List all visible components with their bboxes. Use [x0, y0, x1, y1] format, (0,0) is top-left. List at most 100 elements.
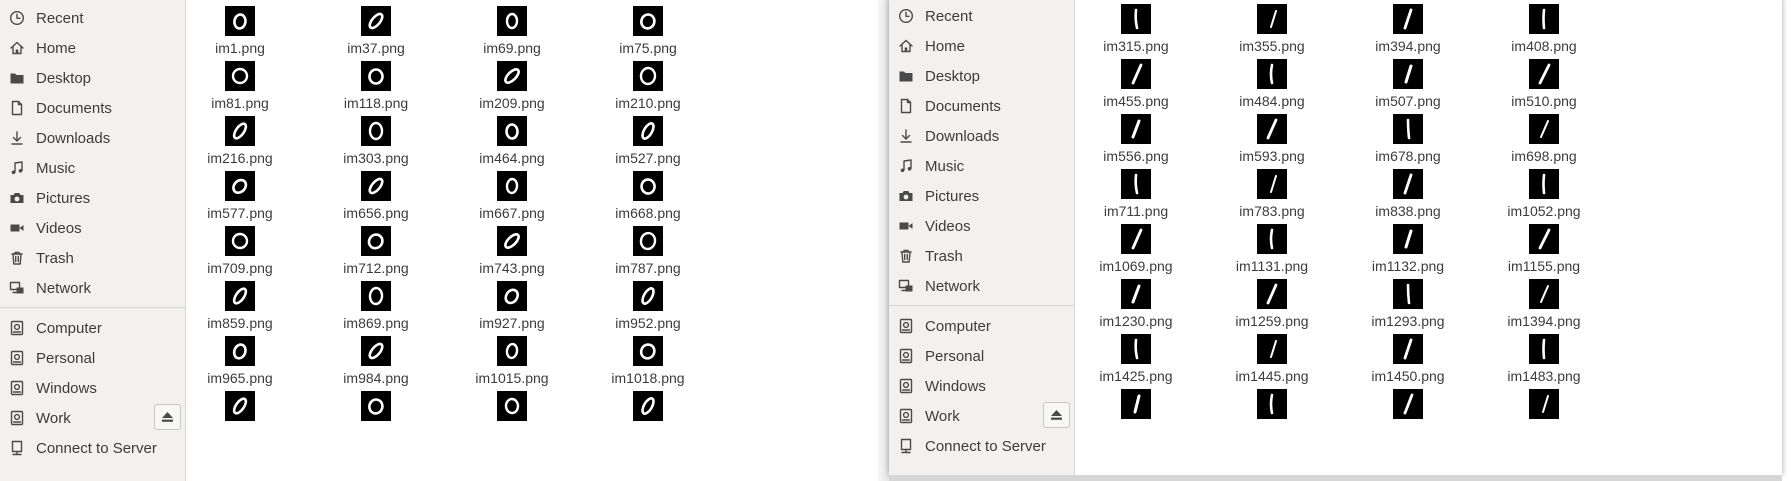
file-item[interactable]: im75.png — [583, 6, 713, 56]
file-item[interactable]: im210.png — [583, 61, 713, 111]
file-item[interactable] — [583, 391, 713, 421]
file-item[interactable] — [1343, 389, 1473, 419]
file-item[interactable]: im527.png — [583, 116, 713, 166]
file-item[interactable]: im355.png — [1207, 4, 1337, 54]
sidebar-item-desktop[interactable]: Desktop — [889, 61, 1074, 91]
file-item[interactable]: im667.png — [447, 171, 577, 221]
file-name: im75.png — [619, 40, 677, 56]
network-icon — [9, 280, 25, 296]
sidebar-item-home[interactable]: Home — [0, 33, 185, 63]
sidebar-item-downloads[interactable]: Downloads — [0, 123, 185, 153]
file-item[interactable] — [1207, 389, 1337, 419]
sidebar-item-connect-to-server[interactable]: Connect to Server — [0, 433, 185, 463]
file-item[interactable]: im869.png — [311, 281, 441, 331]
file-item[interactable]: im209.png — [447, 61, 577, 111]
file-item[interactable]: im394.png — [1343, 4, 1473, 54]
sidebar-item-network[interactable]: Network — [889, 271, 1074, 301]
file-item[interactable]: im1131.png — [1207, 224, 1337, 274]
file-item[interactable]: im408.png — [1479, 4, 1609, 54]
file-item[interactable]: im859.png — [175, 281, 305, 331]
file-item[interactable]: im1132.png — [1343, 224, 1473, 274]
sidebar-item-videos[interactable]: Videos — [889, 211, 1074, 241]
sidebar-item-videos[interactable]: Videos — [0, 213, 185, 243]
file-item[interactable]: im965.png — [175, 336, 305, 386]
sidebar-item-windows[interactable]: Windows — [0, 373, 185, 403]
file-item[interactable]: im510.png — [1479, 59, 1609, 109]
sidebar-item-work[interactable]: Work — [0, 403, 185, 433]
sidebar-item-downloads[interactable]: Downloads — [889, 121, 1074, 151]
file-item[interactable]: im1425.png — [1071, 334, 1201, 384]
sidebar-item-personal[interactable]: Personal — [0, 343, 185, 373]
file-item[interactable]: im1.png — [175, 6, 305, 56]
file-item[interactable]: im81.png — [175, 61, 305, 111]
file-item[interactable]: im709.png — [175, 226, 305, 276]
file-item[interactable]: im577.png — [175, 171, 305, 221]
file-item[interactable]: im698.png — [1479, 114, 1609, 164]
sidebar-item-windows[interactable]: Windows — [889, 371, 1074, 401]
file-item[interactable]: im1155.png — [1479, 224, 1609, 274]
sidebar-item-recent[interactable]: Recent — [889, 1, 1074, 31]
sidebar-item-computer[interactable]: Computer — [0, 313, 185, 343]
file-item[interactable]: im743.png — [447, 226, 577, 276]
drive-icon — [898, 348, 914, 364]
sidebar-item-desktop[interactable]: Desktop — [0, 63, 185, 93]
file-item[interactable] — [311, 391, 441, 421]
sidebar-item-trash[interactable]: Trash — [0, 243, 185, 273]
file-item[interactable]: im507.png — [1343, 59, 1473, 109]
file-item[interactable]: im69.png — [447, 6, 577, 56]
file-item[interactable]: im303.png — [311, 116, 441, 166]
file-item[interactable]: im1052.png — [1479, 169, 1609, 219]
file-item[interactable]: im668.png — [583, 171, 713, 221]
file-item[interactable]: im118.png — [311, 61, 441, 111]
file-item[interactable]: im1259.png — [1207, 279, 1337, 329]
file-item[interactable]: im315.png — [1071, 4, 1201, 54]
file-item[interactable]: im1230.png — [1071, 279, 1201, 329]
file-item[interactable]: im593.png — [1207, 114, 1337, 164]
file-item[interactable]: im1293.png — [1343, 279, 1473, 329]
sidebar-item-work[interactable]: Work — [889, 401, 1074, 431]
file-item[interactable]: im484.png — [1207, 59, 1337, 109]
sidebar-item-network[interactable]: Network — [0, 273, 185, 303]
sidebar-item-personal[interactable]: Personal — [889, 341, 1074, 371]
file-item[interactable]: im216.png — [175, 116, 305, 166]
file-item[interactable]: im1445.png — [1207, 334, 1337, 384]
file-item[interactable]: im455.png — [1071, 59, 1201, 109]
file-item[interactable] — [1071, 389, 1201, 419]
file-item[interactable]: im556.png — [1071, 114, 1201, 164]
file-item[interactable]: im1015.png — [447, 336, 577, 386]
file-item[interactable]: im1069.png — [1071, 224, 1201, 274]
sidebar-item-pictures[interactable]: Pictures — [889, 181, 1074, 211]
file-item[interactable]: im1018.png — [583, 336, 713, 386]
sidebar-item-pictures[interactable]: Pictures — [0, 183, 185, 213]
sidebar-item-connect-to-server[interactable]: Connect to Server — [889, 431, 1074, 461]
file-item[interactable]: im1450.png — [1343, 334, 1473, 384]
file-item[interactable]: im464.png — [447, 116, 577, 166]
file-item[interactable] — [175, 391, 305, 421]
file-item[interactable]: im37.png — [311, 6, 441, 56]
sidebar-item-documents[interactable]: Documents — [889, 91, 1074, 121]
file-item[interactable]: im1483.png — [1479, 334, 1609, 384]
sidebar-item-recent[interactable]: Recent — [0, 3, 185, 33]
file-item[interactable] — [447, 391, 577, 421]
file-item[interactable] — [1479, 389, 1609, 419]
eject-icon[interactable] — [1043, 402, 1070, 428]
file-item[interactable]: im952.png — [583, 281, 713, 331]
sidebar-item-computer[interactable]: Computer — [889, 311, 1074, 341]
sidebar-item-music[interactable]: Music — [889, 151, 1074, 181]
file-item[interactable]: im787.png — [583, 226, 713, 276]
file-item[interactable]: im783.png — [1207, 169, 1337, 219]
file-item[interactable]: im678.png — [1343, 114, 1473, 164]
file-item[interactable]: im838.png — [1343, 169, 1473, 219]
sidebar-item-music[interactable]: Music — [0, 153, 185, 183]
file-item[interactable]: im984.png — [311, 336, 441, 386]
file-item[interactable]: im927.png — [447, 281, 577, 331]
sidebar-item-home[interactable]: Home — [889, 31, 1074, 61]
sidebar-item-trash[interactable]: Trash — [889, 241, 1074, 271]
video-icon — [9, 220, 25, 236]
file-item[interactable]: im712.png — [311, 226, 441, 276]
sidebar-item-documents[interactable]: Documents — [0, 93, 185, 123]
file-item[interactable]: im711.png — [1071, 169, 1201, 219]
file-item[interactable]: im656.png — [311, 171, 441, 221]
one-digit-icon — [1529, 114, 1559, 144]
file-item[interactable]: im1394.png — [1479, 279, 1609, 329]
